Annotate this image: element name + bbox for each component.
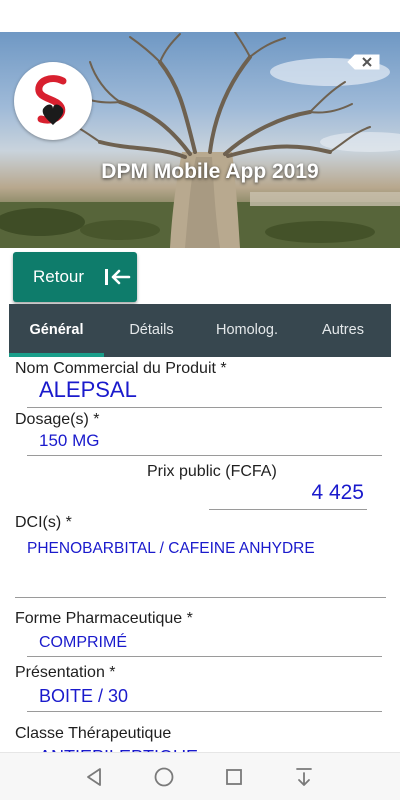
tab-homologation[interactable]: Homolog. — [199, 304, 295, 357]
status-bar — [0, 0, 400, 32]
system-nav-bar — [0, 752, 400, 800]
dci-label: DCI(s) * — [15, 514, 72, 531]
tab-autres[interactable]: Autres — [295, 304, 391, 357]
arrow-left-to-bar-icon — [103, 267, 131, 292]
forme-label: Forme Pharmaceutique * — [15, 610, 193, 627]
active-tab-indicator — [9, 353, 104, 357]
prix-public-label: Prix public (FCFA) — [147, 463, 277, 480]
back-button[interactable]: Retour — [13, 252, 137, 302]
pharmacy-logo — [14, 62, 92, 140]
nom-commercial-value: ALEPSAL — [39, 377, 137, 402]
header-banner: DPM Mobile App 2019 — [0, 32, 400, 248]
recents-square-icon[interactable] — [222, 765, 246, 789]
presentation-value: BOITE / 30 — [39, 686, 129, 706]
nom-commercial-field[interactable]: ALEPSAL — [27, 377, 382, 408]
backspace-close-icon[interactable] — [347, 54, 381, 70]
forme-field[interactable]: COMPRIMÉ — [27, 630, 382, 657]
presentation-field[interactable]: BOITE / 30 — [27, 684, 382, 712]
dci-field[interactable]: PHENOBARBITAL / CAFEINE ANHYDRE — [15, 536, 386, 598]
tab-details[interactable]: Détails — [104, 304, 199, 357]
app-title: DPM Mobile App 2019 — [101, 160, 319, 183]
home-circle-icon[interactable] — [152, 765, 176, 789]
back-button-label: Retour — [33, 267, 85, 286]
prix-public-field[interactable]: 4 425 — [209, 480, 367, 510]
forme-value: COMPRIMÉ — [39, 634, 127, 651]
back-triangle-icon[interactable] — [83, 765, 107, 789]
prix-public-value: 4 425 — [311, 481, 364, 504]
app-screen: DPM Mobile App 2019 Retour Général Détai… — [0, 0, 400, 800]
dci-value: PHENOBARBITAL / CAFEINE ANHYDRE — [27, 540, 315, 557]
tab-general[interactable]: Général — [9, 304, 104, 357]
presentation-label: Présentation * — [15, 664, 116, 681]
classe-label: Classe Thérapeutique — [15, 725, 172, 742]
dosage-label: Dosage(s) * — [15, 411, 100, 428]
notifications-pulldown-icon[interactable] — [292, 765, 316, 789]
tab-bar: Général Détails Homolog. Autres — [9, 304, 391, 357]
dosage-field[interactable]: 150 MG — [27, 430, 382, 456]
nom-commercial-label: Nom Commercial du Produit * — [15, 360, 227, 377]
dosage-value: 150 MG — [39, 431, 100, 450]
